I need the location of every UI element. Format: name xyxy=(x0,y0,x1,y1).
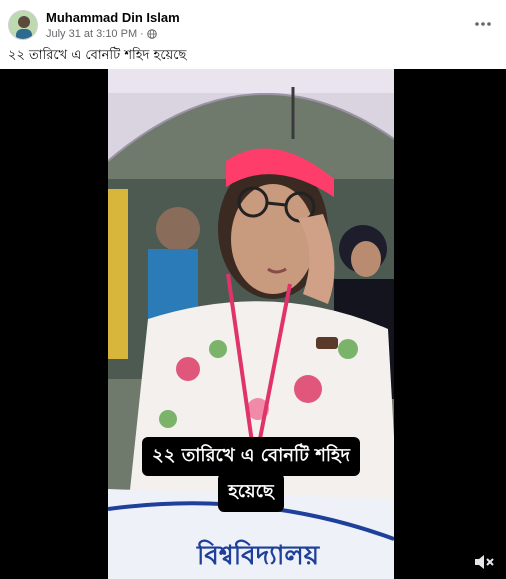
video-frame[interactable]: বিশ্ববিদ্যালয় ২২ তারিখে এ বোনটি শহিদ হয… xyxy=(108,69,394,579)
author-avatar[interactable] xyxy=(8,10,38,40)
subtitle-line-1-text: ২২ তারিখে এ বোনটি শহিদ xyxy=(142,437,360,476)
video-subtitle-line-1: ২২ তারিখে এ বোনটি শহিদ xyxy=(108,437,394,476)
meta-separator: · xyxy=(140,28,144,40)
video-player[interactable]: বিশ্ববিদ্যালয় ২২ তারিখে এ বোনটি শহিদ হয… xyxy=(0,69,506,579)
post-header: Muhammad Din Islam July 31 at 3:10 PM · xyxy=(6,8,500,42)
subtitle-line-2-text: হয়েছে xyxy=(218,473,284,512)
post-caption: ২২ তারিখে এ বোনটি শহিদ হয়েছে xyxy=(8,48,187,63)
video-subtitle-line-2: হয়েছে xyxy=(108,473,394,512)
more-options-icon[interactable] xyxy=(472,14,494,34)
globe-icon xyxy=(146,29,157,39)
facebook-post: Muhammad Din Islam July 31 at 3:10 PM · … xyxy=(0,0,506,579)
post-meta: July 31 at 3:10 PM · xyxy=(46,28,157,40)
sign-text: বিশ্ববিদ্যালয় xyxy=(196,539,321,571)
volume-muted-icon[interactable] xyxy=(472,552,496,572)
post-timestamp[interactable]: July 31 at 3:10 PM xyxy=(46,28,137,40)
author-name[interactable]: Muhammad Din Islam xyxy=(46,10,180,25)
